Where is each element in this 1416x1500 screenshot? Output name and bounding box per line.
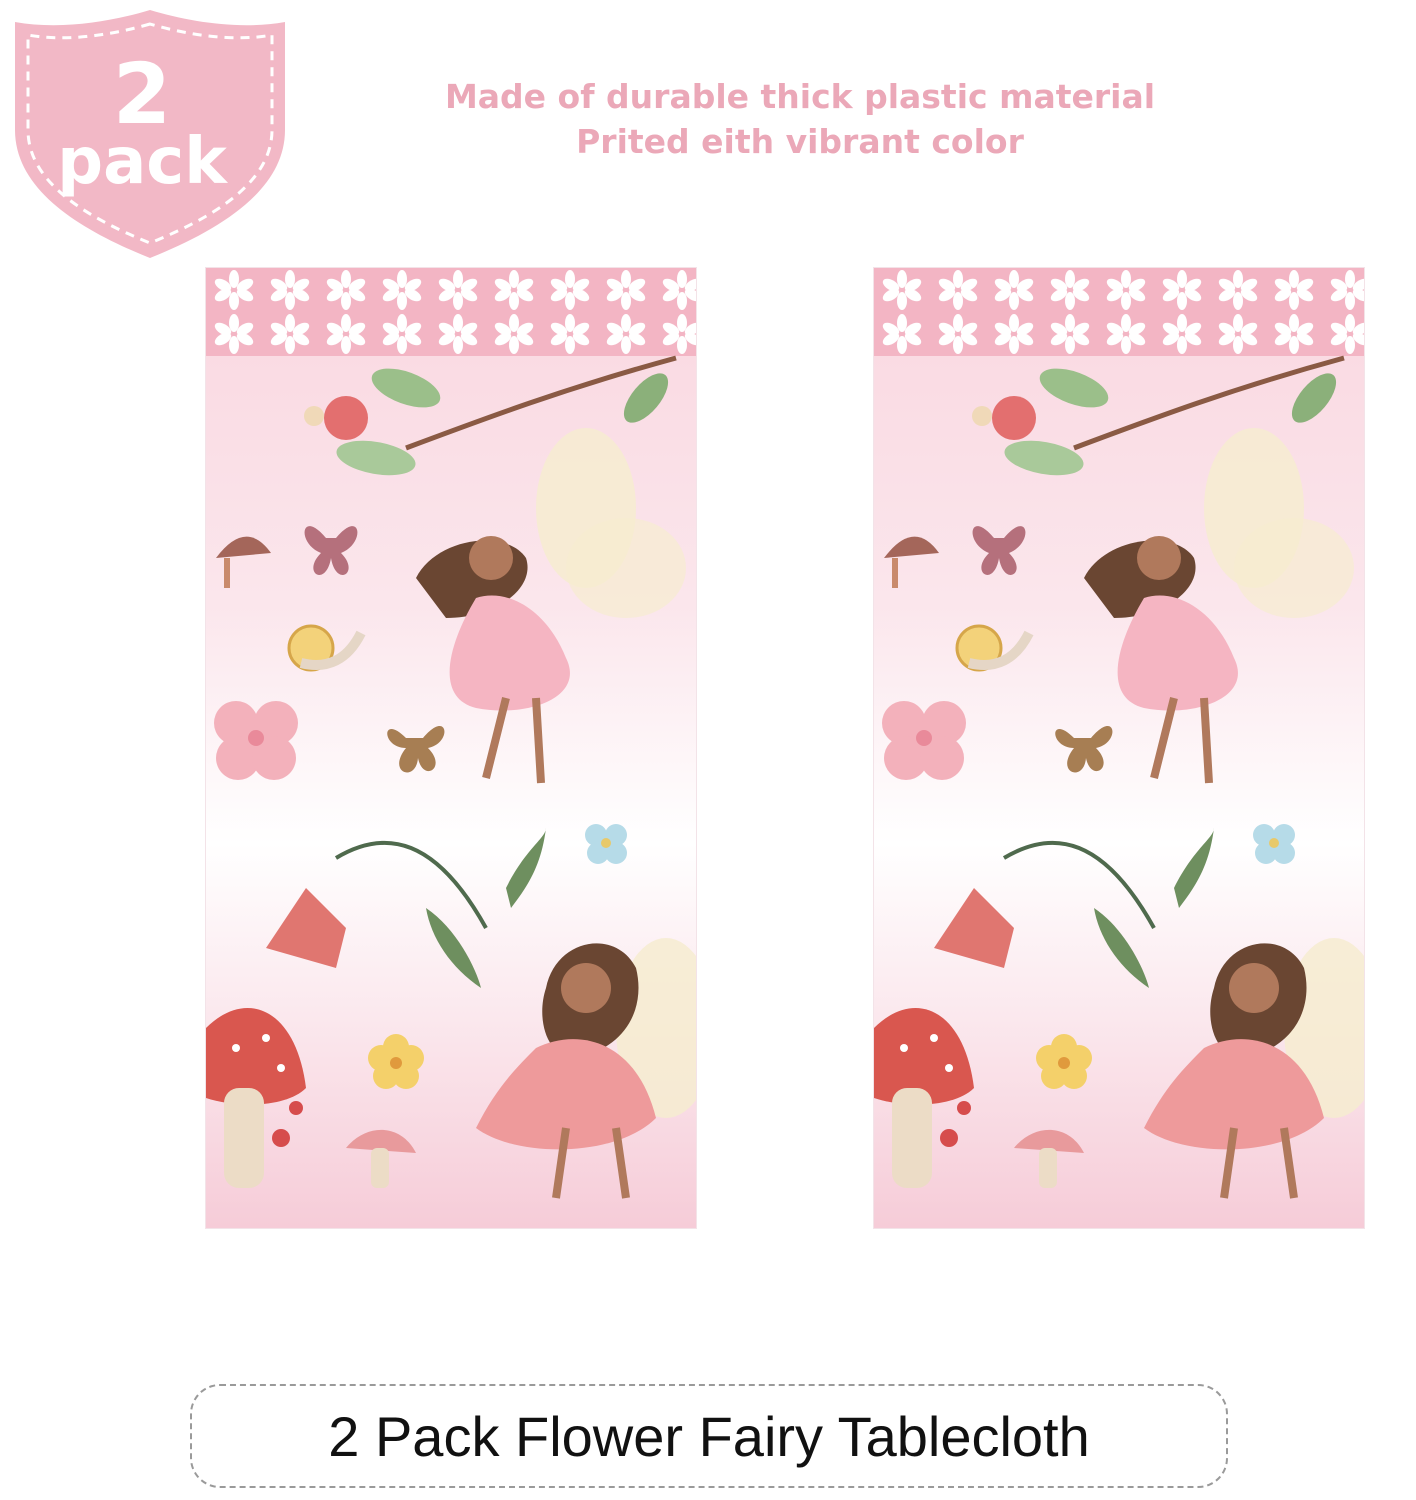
tablecloth-image-right (874, 268, 1364, 1228)
badge-word: pack (57, 125, 227, 199)
product-caption: 2 Pack Flower Fairy Tablecloth (190, 1384, 1228, 1488)
badge-number: 2 (112, 45, 172, 143)
tablecloth-image-left (206, 268, 696, 1228)
feature-line-color: Prited eith vibrant color (576, 122, 1024, 161)
feature-line-material: Made of durable thick plastic material (444, 77, 1156, 116)
two-pack-badge: 2 pack (0, 0, 300, 265)
